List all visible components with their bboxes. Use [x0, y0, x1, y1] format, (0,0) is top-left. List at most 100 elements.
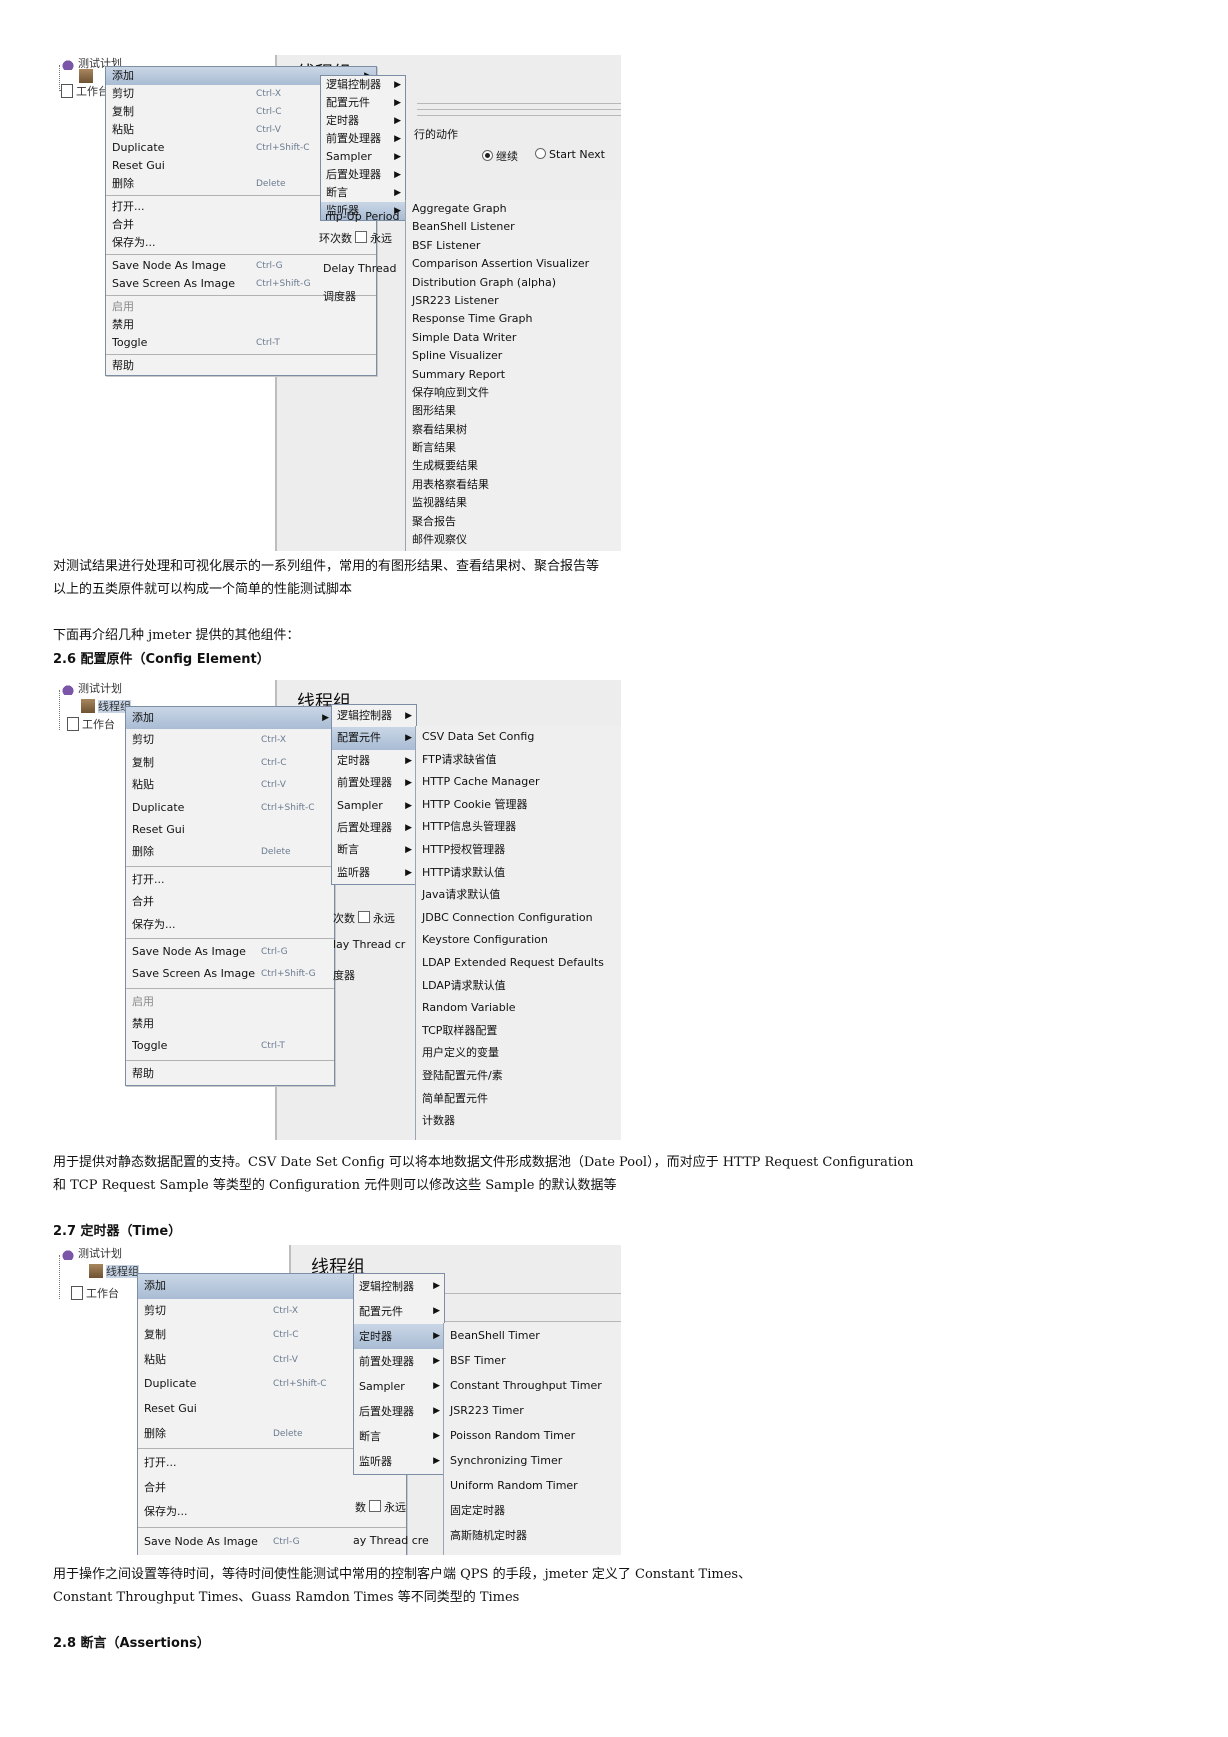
list-item[interactable]: BeanShell Timer — [444, 1323, 621, 1348]
continue-radio[interactable]: 继续 — [479, 148, 518, 164]
menu-item[interactable]: Reset Gui — [126, 819, 334, 841]
list-item[interactable]: BSF Listener — [406, 237, 621, 255]
list-item[interactable]: JSR223 Timer — [444, 1398, 621, 1423]
submenu-item[interactable]: 断言 ▶ — [332, 839, 416, 861]
list-item[interactable]: LDAP Extended Request Defaults — [416, 952, 621, 975]
list-item[interactable]: Response Time Graph — [406, 310, 621, 328]
submenu-item[interactable]: 逻辑控制器 ▶ — [354, 1274, 444, 1299]
list-item[interactable]: 监视器结果 — [406, 494, 621, 512]
list-item[interactable]: Comparison Assertion Visualizer — [406, 255, 621, 273]
tree-node-plan[interactable]: 测试计划 — [61, 1245, 122, 1261]
menu-item[interactable]: 打开... — [126, 869, 334, 891]
tree-node-group[interactable]: 线程组 — [89, 1263, 139, 1279]
forever-checkbox[interactable] — [355, 231, 367, 243]
list-item[interactable]: Distribution Graph (alpha) — [406, 274, 621, 292]
list-item[interactable]: 用表格察看结果 — [406, 476, 621, 494]
list-item[interactable]: Uniform Random Timer — [444, 1473, 621, 1498]
submenu-item[interactable]: 后置处理器 ▶ — [332, 817, 416, 839]
list-item[interactable]: Synchronizing Timer — [444, 1448, 621, 1473]
forever-checkbox[interactable] — [358, 911, 370, 923]
submenu-item[interactable]: 配置元件 ▶ — [332, 727, 416, 750]
submenu-item[interactable]: 后置处理器 ▶ — [321, 166, 405, 184]
submenu-item[interactable]: 监听器 ▶ — [354, 1449, 444, 1474]
tree-node-plan[interactable]: 测试计划 — [61, 680, 122, 696]
submenu-item[interactable]: 配置元件 ▶ — [354, 1299, 444, 1324]
tree-node-group[interactable]: 线程组 — [81, 698, 131, 714]
list-item[interactable]: 生成概要结果 — [406, 457, 621, 475]
submenu-item[interactable]: 定时器 ▶ — [332, 750, 416, 772]
list-item[interactable]: 图形结果 — [406, 402, 621, 420]
list-item[interactable]: Spline Visualizer — [406, 347, 621, 365]
forever-checkbox[interactable] — [369, 1500, 381, 1512]
list-item[interactable]: 用户定义的变量 — [416, 1042, 621, 1065]
tree-node-workbench[interactable]: 工作台 — [71, 1285, 119, 1301]
list-item[interactable]: HTTP Cache Manager — [416, 771, 621, 794]
submenu-item[interactable]: 定时器 ▶ — [354, 1324, 444, 1349]
tree-node-workbench[interactable]: 工作台 — [61, 83, 109, 99]
menu-item[interactable]: 合并 — [138, 1476, 406, 1501]
list-item[interactable]: CSV Data Set Config — [416, 726, 621, 749]
menu-item[interactable]: Save Screen As Image Ctrl+Shift-G — [126, 963, 334, 985]
submenu-item[interactable]: 逻辑控制器 ▶ — [321, 76, 405, 94]
submenu-item[interactable]: 断言 ▶ — [321, 184, 405, 202]
list-item[interactable]: Keystore Configuration — [416, 929, 621, 952]
list-item[interactable]: LDAP请求默认值 — [416, 975, 621, 998]
submenu-item[interactable]: 前置处理器 ▶ — [321, 130, 405, 148]
list-item[interactable]: HTTP信息头管理器 — [416, 816, 621, 839]
list-item[interactable]: Summary Report — [406, 366, 621, 384]
submenu-item[interactable]: 定时器 ▶ — [321, 112, 405, 130]
list-item[interactable]: HTTP授权管理器 — [416, 839, 621, 862]
menu-item[interactable]: 帮助 — [126, 1063, 334, 1085]
list-item[interactable]: 断言结果 — [406, 439, 621, 457]
submenu-item[interactable]: Sampler ▶ — [354, 1374, 444, 1399]
menu-item[interactable]: 复制 Ctrl-C — [126, 752, 334, 774]
menu-item[interactable]: Toggle Ctrl-T — [106, 334, 376, 352]
menu-item[interactable]: 禁用 — [106, 316, 376, 334]
list-item[interactable]: 聚合报告 — [406, 513, 621, 531]
list-item[interactable]: TCP取样器配置 — [416, 1020, 621, 1043]
submenu-item[interactable]: 前置处理器 ▶ — [354, 1349, 444, 1374]
list-item[interactable]: BSF Timer — [444, 1348, 621, 1373]
list-item[interactable]: JDBC Connection Configuration — [416, 907, 621, 930]
submenu-item[interactable]: Sampler ▶ — [332, 795, 416, 817]
list-item[interactable]: 保存响应到文件 — [406, 384, 621, 402]
tree-node-group[interactable] — [79, 69, 96, 83]
submenu-item[interactable]: 配置元件 ▶ — [321, 94, 405, 112]
list-item[interactable]: Constant Throughput Timer — [444, 1373, 621, 1398]
menu-item[interactable]: 删除 Delete — [126, 841, 334, 863]
list-item[interactable]: 简单配置元件 — [416, 1088, 621, 1111]
list-item[interactable]: Simple Data Writer — [406, 329, 621, 347]
menu-item[interactable]: 启用 — [126, 991, 334, 1013]
menu-item[interactable]: 保存为... — [126, 914, 334, 936]
submenu-item[interactable]: 前置处理器 ▶ — [332, 772, 416, 794]
list-item[interactable]: BeanShell Listener — [406, 218, 621, 236]
list-item[interactable]: 固定定时器 — [444, 1498, 621, 1523]
menu-item[interactable]: Toggle Ctrl-T — [126, 1035, 334, 1057]
submenu-item[interactable]: 逻辑控制器 ▶ — [332, 705, 416, 727]
list-item[interactable]: 邮件观察仪 — [406, 531, 621, 549]
start-next-radio[interactable]: Start Next — [532, 148, 605, 161]
list-item[interactable]: Aggregate Graph — [406, 200, 621, 218]
menu-item[interactable]: Duplicate Ctrl+Shift-C — [126, 797, 334, 819]
list-item[interactable]: 高斯随机定时器 — [444, 1523, 621, 1548]
submenu-item[interactable]: 监听器 ▶ — [332, 862, 416, 884]
list-item[interactable]: Java请求默认值 — [416, 884, 621, 907]
list-item[interactable]: Poisson Random Timer — [444, 1423, 621, 1448]
submenu-item[interactable]: 后置处理器 ▶ — [354, 1399, 444, 1424]
menu-item[interactable]: 剪切 Ctrl-X — [126, 729, 334, 751]
tree-node-workbench[interactable]: 工作台 — [67, 716, 115, 732]
list-item[interactable]: HTTP请求默认值 — [416, 862, 621, 885]
menu-item[interactable]: 帮助 — [106, 357, 376, 375]
menu-item[interactable]: 添加 ▶ — [126, 707, 334, 730]
menu-item[interactable]: Save Node As Image Ctrl-G — [126, 941, 334, 963]
submenu-item[interactable]: Sampler ▶ — [321, 148, 405, 166]
list-item[interactable]: 计数器 — [416, 1110, 621, 1133]
list-item[interactable]: 察看结果树 — [406, 421, 621, 439]
menu-item[interactable]: 粘贴 Ctrl-V — [126, 774, 334, 796]
list-item[interactable]: FTP请求缺省值 — [416, 749, 621, 772]
list-item[interactable]: JSR223 Listener — [406, 292, 621, 310]
list-item[interactable]: Random Variable — [416, 997, 621, 1020]
list-item[interactable]: 登陆配置元件/素 — [416, 1065, 621, 1088]
menu-item[interactable]: 合并 — [126, 891, 334, 913]
list-item[interactable]: HTTP Cookie 管理器 — [416, 794, 621, 817]
